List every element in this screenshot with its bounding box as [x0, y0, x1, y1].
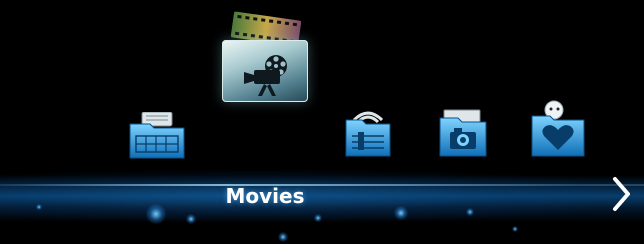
- sparkle: [466, 208, 474, 216]
- sparkle: [186, 214, 196, 224]
- sparkle: [146, 204, 166, 224]
- camera-folder-icon: [439, 109, 487, 157]
- sparkle: [512, 226, 518, 232]
- music-folder-icon: [345, 111, 391, 157]
- chevron-right-icon[interactable]: [609, 176, 633, 212]
- media-menu-screen: Movies: [0, 0, 644, 244]
- photos-folder-tile[interactable]: [128, 112, 186, 160]
- sparkle: [278, 232, 288, 242]
- movies-tile[interactable]: [222, 11, 312, 104]
- camera-folder-tile[interactable]: [438, 108, 488, 158]
- photo-folder-icon: [129, 112, 185, 159]
- heart-folder-icon: [531, 100, 585, 157]
- current-menu-label: Movies: [225, 184, 305, 208]
- sparkle: [36, 204, 42, 210]
- sparkle: [314, 214, 322, 222]
- sparkle: [394, 206, 408, 220]
- music-folder-tile[interactable]: [344, 106, 392, 158]
- favorites-folder-tile[interactable]: [530, 100, 586, 158]
- film-camera-icon: [244, 55, 287, 96]
